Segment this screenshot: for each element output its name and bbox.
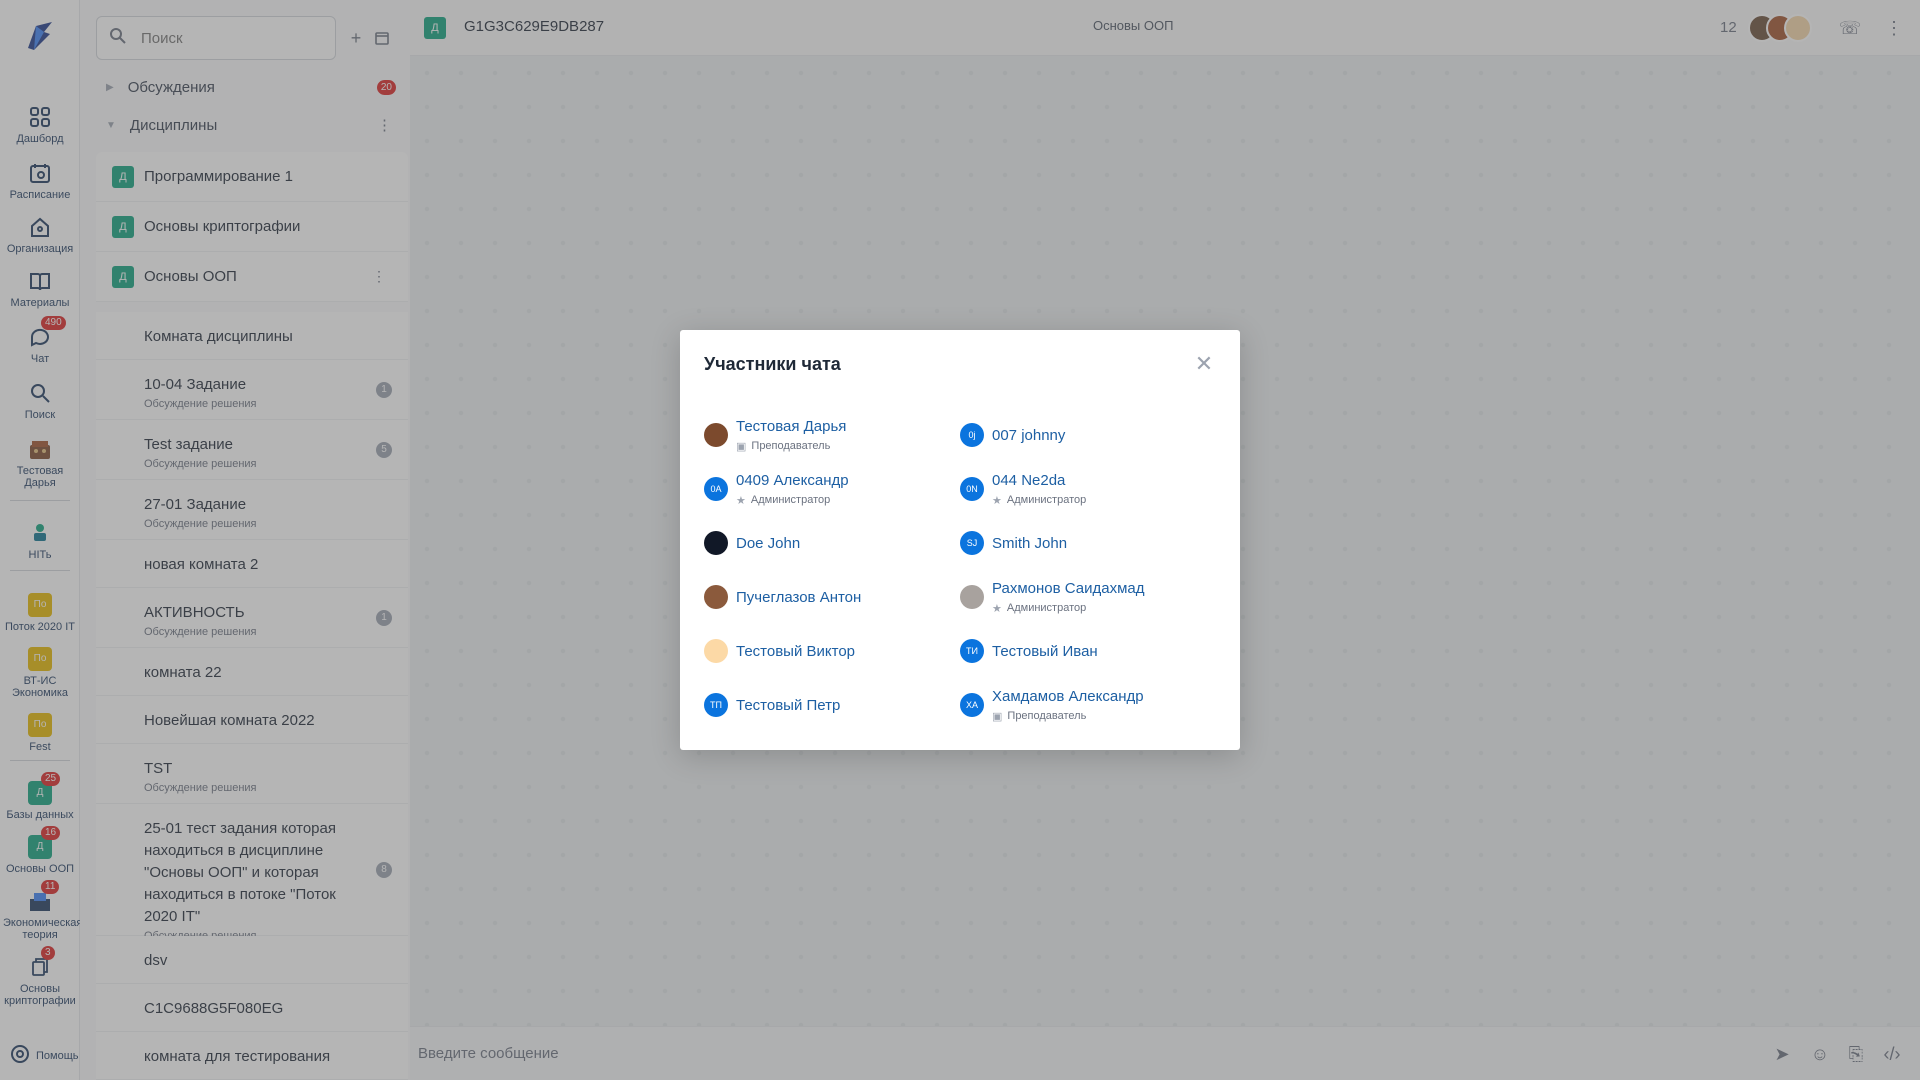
member-initials-avatar: 0А: [704, 477, 728, 501]
member-name[interactable]: 007 johnny: [992, 427, 1065, 444]
member-item[interactable]: Тестовая Дарья ▣ Преподаватель: [704, 410, 954, 460]
member-item[interactable]: Пучеглазов Антон: [704, 572, 954, 622]
member-item[interactable]: SJ Smith John: [960, 518, 1210, 568]
member-role: ★ Администратор: [992, 602, 1145, 615]
member-name[interactable]: Рахмонов Саидахмад: [992, 580, 1145, 597]
member-info: Рахмонов Саидахмад ★ Администратор: [992, 580, 1145, 615]
member-info: 007 johnny: [992, 427, 1065, 444]
close-icon[interactable]: ✕: [1192, 351, 1216, 376]
member-name[interactable]: Smith John: [992, 535, 1067, 552]
member-initials-avatar: SJ: [960, 531, 984, 555]
member-name[interactable]: Doe John: [736, 535, 800, 552]
member-item[interactable]: ХА Хамдамов Александр ▣ Преподаватель: [960, 680, 1210, 730]
member-name[interactable]: 0409 Александр: [736, 472, 849, 489]
star-icon: ★: [992, 602, 1002, 615]
member-name[interactable]: Тестовый Иван: [992, 643, 1098, 660]
member-avatar: [704, 423, 728, 447]
member-info: Тестовый Петр: [736, 697, 840, 714]
member-info: Тестовый Виктор: [736, 643, 855, 660]
member-info: Хамдамов Александр ▣ Преподаватель: [992, 688, 1144, 723]
member-role-label: Преподаватель: [751, 440, 831, 452]
member-info: 044 Ne2da ★ Администратор: [992, 472, 1086, 507]
member-role: ▣ Преподаватель: [736, 440, 846, 453]
member-info: Тестовая Дарья ▣ Преподаватель: [736, 418, 846, 453]
member-initials-avatar: ТП: [704, 693, 728, 717]
member-avatar: [704, 531, 728, 555]
briefcase-icon: ▣: [736, 440, 747, 453]
member-role-label: Администратор: [1006, 602, 1087, 614]
member-name[interactable]: 044 Ne2da: [992, 472, 1086, 489]
modal-title: Участники чата: [704, 354, 841, 374]
member-info: Smith John: [992, 535, 1067, 552]
member-name[interactable]: Хамдамов Александр: [992, 688, 1144, 705]
member-avatar: [960, 585, 984, 609]
member-name[interactable]: Тестовая Дарья: [736, 418, 846, 435]
member-item[interactable]: Рахмонов Саидахмад ★ Администратор: [960, 572, 1210, 622]
member-name[interactable]: Тестовый Виктор: [736, 643, 855, 660]
member-name[interactable]: Пучеглазов Антон: [736, 589, 861, 606]
star-icon: ★: [992, 494, 1002, 507]
member-role-label: Администратор: [750, 494, 831, 506]
briefcase-icon: ▣: [992, 710, 1003, 723]
member-initials-avatar: 0j: [960, 423, 984, 447]
member-item[interactable]: Doe John: [704, 518, 954, 568]
member-initials-avatar: ТИ: [960, 639, 984, 663]
member-avatar: [704, 639, 728, 663]
member-info: 0409 Александр ★ Администратор: [736, 472, 849, 507]
member-role: ▣ Преподаватель: [992, 710, 1144, 723]
member-role-label: Администратор: [1006, 494, 1087, 506]
member-role-label: Преподаватель: [1007, 710, 1087, 722]
member-info: Тестовый Иван: [992, 643, 1098, 660]
members-list: Тестовая Дарья ▣ Преподаватель 0j 007 johnny…: [704, 410, 1224, 730]
member-initials-avatar: ХА: [960, 693, 984, 717]
member-role: ★ Администратор: [736, 494, 849, 507]
member-item[interactable]: ТИ Тестовый Иван: [960, 626, 1210, 676]
member-initials-avatar: 0N: [960, 477, 984, 501]
member-avatar: [704, 585, 728, 609]
chat-members-modal: Участники чата ✕ Тестовая Дарья ▣ Преподав…: [680, 330, 1240, 750]
member-name[interactable]: Тестовый Петр: [736, 697, 840, 714]
member-item[interactable]: ТП Тестовый Петр: [704, 680, 954, 730]
member-role: ★ Администратор: [992, 494, 1086, 507]
member-item[interactable]: Тестовый Виктор: [704, 626, 954, 676]
star-icon: ★: [736, 494, 746, 507]
member-item[interactable]: 0j 007 johnny: [960, 410, 1210, 460]
member-info: Doe John: [736, 535, 800, 552]
member-item[interactable]: 0А 0409 Александр ★ Администратор: [704, 464, 954, 514]
member-info: Пучеглазов Антон: [736, 589, 861, 606]
member-item[interactable]: 0N 044 Ne2da ★ Администратор: [960, 464, 1210, 514]
